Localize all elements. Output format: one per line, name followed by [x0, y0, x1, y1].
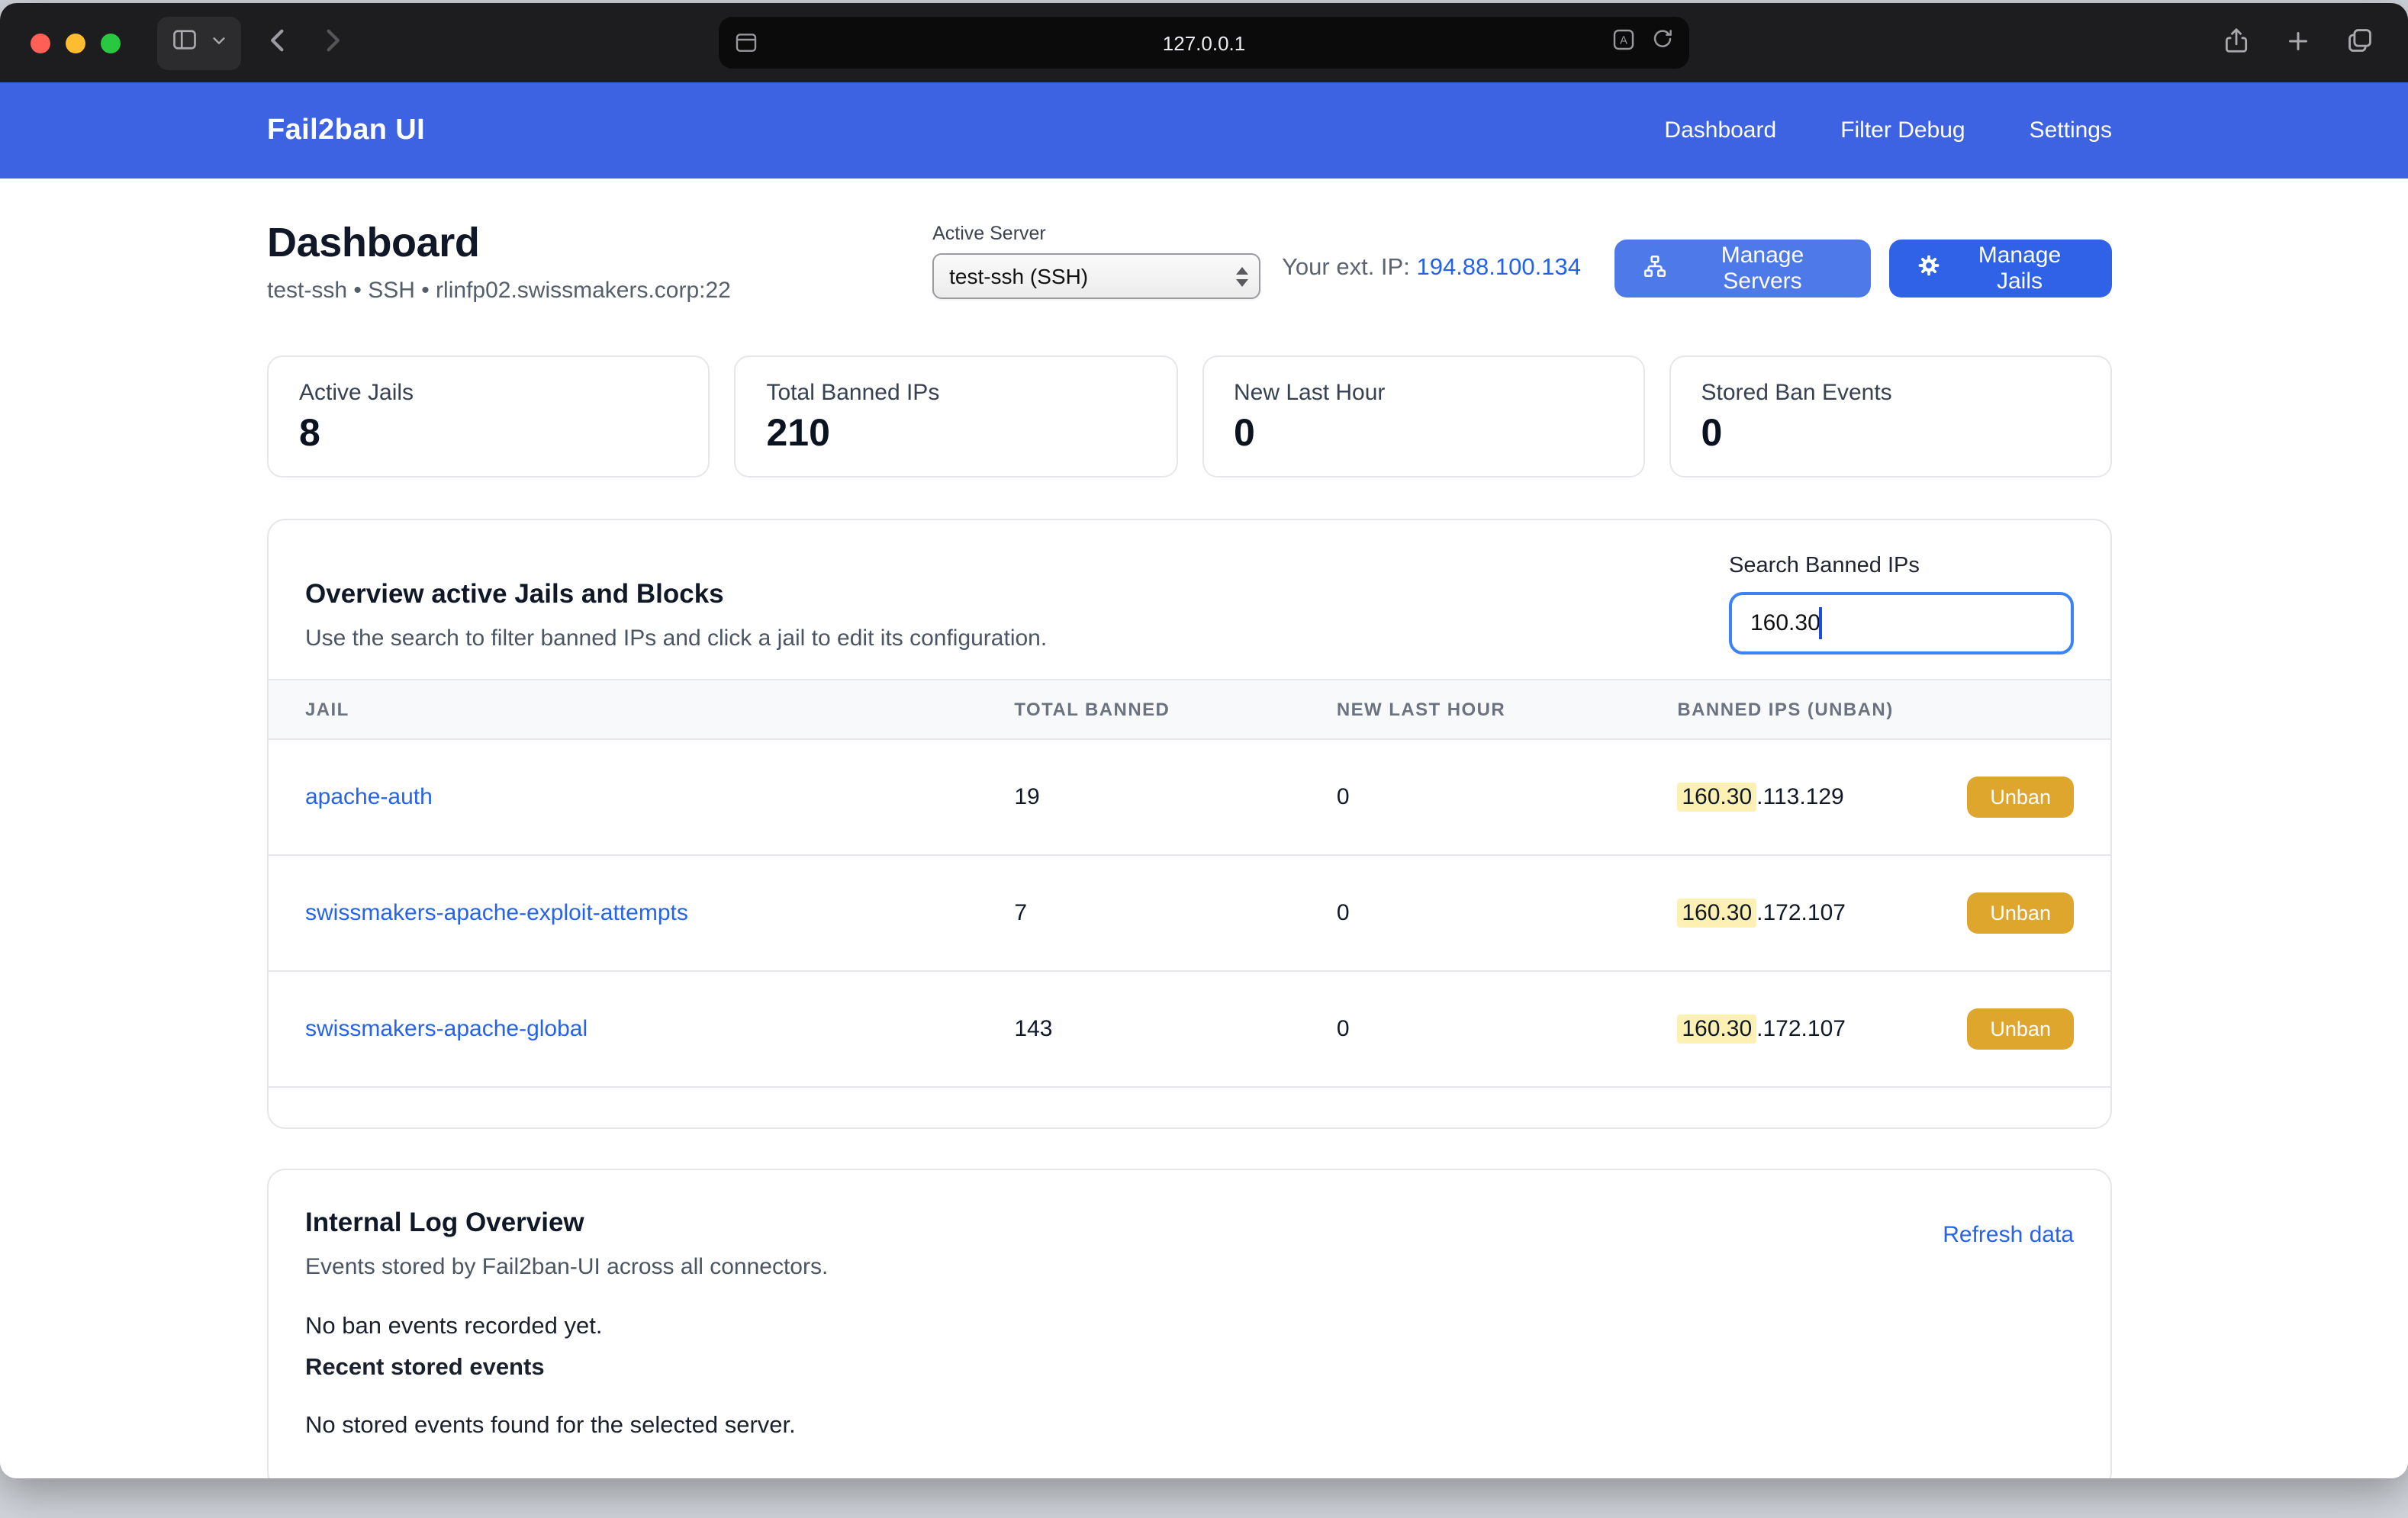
plus-icon	[2284, 27, 2312, 59]
page-title: Dashboard	[267, 220, 932, 267]
ip-rest: .172.107	[1756, 900, 1846, 926]
ip-match-highlight: 160.30	[1677, 1015, 1756, 1044]
manage-servers-label: Manage Servers	[1682, 243, 1843, 294]
text-cursor	[1819, 607, 1821, 639]
table-row: swissmakers-apache-exploit-attempts 7 0 …	[269, 855, 2110, 971]
col-header-jail: JAIL	[269, 680, 977, 739]
traffic-lights	[31, 33, 121, 53]
translate-icon[interactable]: A	[1611, 27, 1636, 59]
jail-link[interactable]: swissmakers-apache-exploit-attempts	[305, 900, 688, 926]
total-banned-value: 19	[977, 739, 1299, 855]
url-text: 127.0.0.1	[719, 31, 1689, 54]
stat-card-total-banned: Total Banned IPs 210	[735, 355, 1178, 478]
no-ban-events-text: No ban events recorded yet.	[305, 1314, 2074, 1341]
table-row: swissmakers-apache-global 143 0 160.30.1…	[269, 971, 2110, 1087]
share-icon	[2222, 26, 2251, 59]
banned-ip: 160.30.172.107	[1677, 900, 1846, 926]
svg-text:A: A	[1620, 34, 1627, 46]
stat-label: Active Jails	[299, 380, 678, 406]
new-last-hour-value: 0	[1300, 971, 1641, 1087]
banned-ip: 160.30.172.107	[1677, 1016, 1846, 1042]
jails-table: JAIL TOTAL BANNED NEW LAST HOUR BANNED I…	[269, 679, 2110, 1088]
col-header-banned-ips: BANNED IPS (UNBAN)	[1640, 680, 2110, 739]
stat-value: 0	[1701, 412, 2081, 456]
table-header-row: JAIL TOTAL BANNED NEW LAST HOUR BANNED I…	[269, 680, 2110, 739]
manage-jails-button[interactable]: Manage Jails	[1889, 240, 2112, 297]
new-last-hour-value: 0	[1300, 739, 1641, 855]
nav-item-dashboard[interactable]: Dashboard	[1664, 117, 1776, 143]
total-banned-value: 7	[977, 855, 1299, 971]
back-icon	[262, 24, 295, 61]
ip-match-highlight: 160.30	[1677, 899, 1756, 928]
table-row: apache-auth 19 0 160.30.113.129 Unban	[269, 739, 2110, 855]
active-server-select[interactable]: test-ssh (SSH)	[932, 253, 1260, 299]
zoom-window-button[interactable]	[101, 33, 121, 53]
stat-card-active-jails: Active Jails 8	[267, 355, 710, 478]
ip-rest: .172.107	[1756, 1016, 1846, 1042]
recent-stored-events-title: Recent stored events	[305, 1355, 2074, 1382]
unban-button[interactable]: Unban	[1967, 777, 2074, 818]
no-stored-events-text: No stored events found for the selected …	[305, 1413, 2074, 1440]
forward-icon	[316, 24, 348, 61]
browser-titlebar: 127.0.0.1 A	[0, 3, 2408, 82]
stat-card-stored-ban-events: Stored Ban Events 0	[1669, 355, 2113, 478]
brand-link[interactable]: Fail2ban UI	[267, 114, 425, 147]
stat-card-new-last-hour: New Last Hour 0	[1202, 355, 1645, 478]
minimize-window-button[interactable]	[66, 33, 85, 53]
manage-jails-label: Manage Jails	[1955, 243, 2084, 294]
active-server-value: test-ssh (SSH)	[949, 264, 1088, 288]
jails-overview-card: Overview active Jails and Blocks Use the…	[267, 519, 2112, 1129]
col-header-total-banned: TOTAL BANNED	[977, 680, 1299, 739]
ext-ip-label: Your ext. IP:	[1282, 255, 1410, 281]
manage-servers-button[interactable]: Manage Servers	[1614, 240, 1871, 297]
ip-match-highlight: 160.30	[1677, 783, 1756, 812]
new-tab-button[interactable]	[2284, 27, 2312, 59]
share-button[interactable]	[2222, 26, 2251, 59]
browser-window: 127.0.0.1 A	[0, 3, 2408, 1478]
new-last-hour-value: 0	[1300, 855, 1641, 971]
stat-value: 8	[299, 412, 678, 456]
chevron-down-icon	[211, 29, 227, 56]
internal-log-card: Internal Log Overview Events stored by F…	[267, 1169, 2112, 1478]
stat-label: Stored Ban Events	[1701, 380, 2081, 406]
col-header-new-last-hour: NEW LAST HOUR	[1300, 680, 1641, 739]
forward-button[interactable]	[316, 24, 348, 61]
stat-label: New Last Hour	[1234, 380, 1613, 406]
close-window-button[interactable]	[31, 33, 50, 53]
unban-button[interactable]: Unban	[1967, 1008, 2074, 1050]
sidebar-icon	[171, 25, 198, 60]
unban-button[interactable]: Unban	[1967, 892, 2074, 934]
address-bar[interactable]: 127.0.0.1 A	[719, 17, 1689, 69]
gear-icon	[1917, 253, 1941, 284]
nav-item-filter-debug[interactable]: Filter Debug	[1840, 117, 1965, 143]
tabs-overview-icon	[2345, 26, 2374, 59]
jail-link[interactable]: apache-auth	[305, 784, 433, 810]
refresh-data-link[interactable]: Refresh data	[1943, 1222, 2074, 1248]
back-button[interactable]	[262, 24, 295, 61]
page-subtitle: test-ssh • SSH • rlinfp02.swissmakers.co…	[267, 278, 932, 304]
banned-ip: 160.30.113.129	[1677, 784, 1843, 810]
reload-icon[interactable]	[1651, 27, 1674, 58]
search-banned-ips-label: Search Banned IPs	[1729, 554, 2074, 578]
app-navbar: Fail2ban UI Dashboard Filter Debug Setti…	[0, 82, 2408, 178]
tab-overview-button[interactable]	[2345, 26, 2374, 59]
page-content: Dashboard test-ssh • SSH • rlinfp02.swis…	[0, 178, 2408, 1478]
select-arrows-icon	[1236, 266, 1248, 286]
search-banned-ips-input[interactable]	[1729, 592, 2074, 654]
log-title: Internal Log Overview	[305, 1207, 828, 1239]
stat-value: 210	[767, 412, 1146, 456]
sitemap-icon	[1642, 252, 1668, 285]
jail-link[interactable]: swissmakers-apache-global	[305, 1016, 588, 1042]
sidebar-toggle[interactable]	[157, 16, 241, 69]
ext-ip-value[interactable]: 194.88.100.134	[1416, 255, 1581, 281]
stat-label: Total Banned IPs	[767, 380, 1146, 406]
total-banned-value: 143	[977, 971, 1299, 1087]
stat-value: 0	[1234, 412, 1613, 456]
ip-rest: .113.129	[1756, 784, 1844, 810]
log-subtitle: Events stored by Fail2ban-UI across all …	[305, 1254, 828, 1280]
active-server-label: Active Server	[932, 223, 1260, 244]
nav-item-settings[interactable]: Settings	[2030, 117, 2112, 143]
